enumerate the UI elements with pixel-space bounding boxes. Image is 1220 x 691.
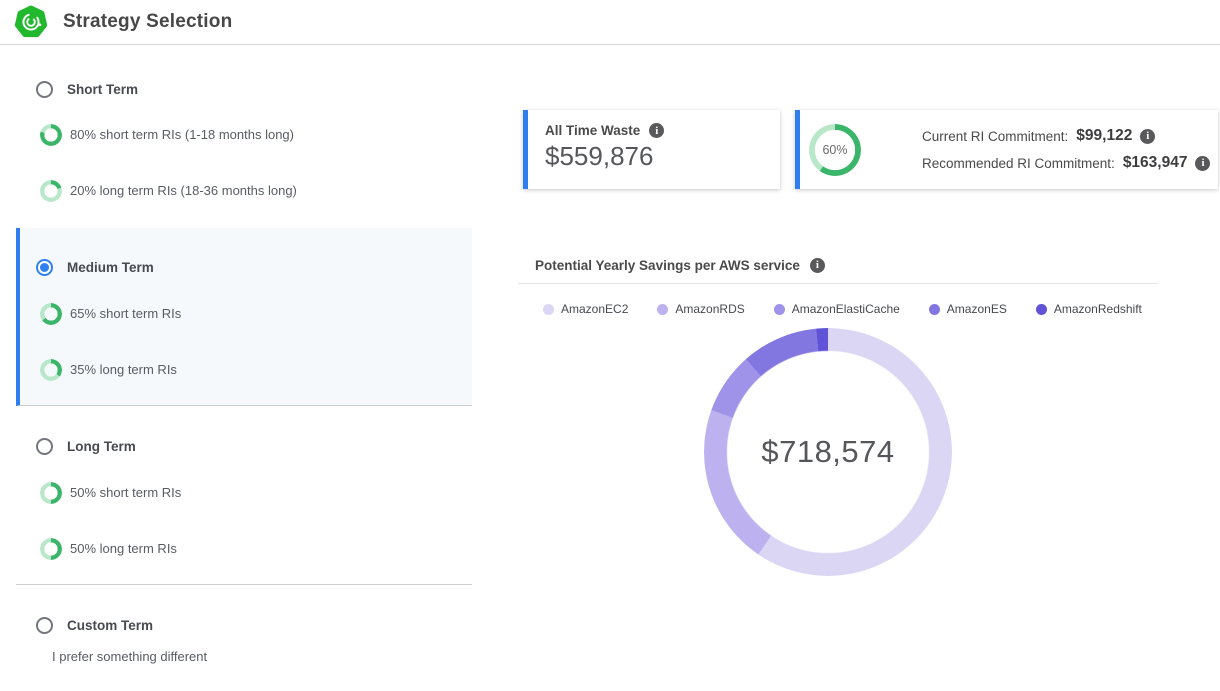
radio-long-term[interactable] (36, 438, 53, 455)
donut-chart: $718,574 (704, 328, 952, 576)
all-time-waste-card: All Time Waste i $559,876 (523, 110, 780, 189)
allocation-label: 35% long term RIs (70, 362, 177, 377)
allocation-item: 20% long term RIs (18-36 months long) (16, 179, 472, 203)
strategy-selection-page: Strategy Selection Short Term 80% short t… (0, 0, 1220, 691)
section-divider (16, 584, 472, 585)
all-time-waste-value: $559,876 (545, 141, 780, 172)
donut-center-total: $718,574 (704, 328, 952, 576)
strategy-panel: Short Term 80% short term RIs (1-18 month… (16, 45, 472, 691)
allocation-label: 65% short term RIs (70, 306, 181, 321)
page-header: Strategy Selection (0, 0, 1220, 45)
all-time-waste-info-icon[interactable]: i (649, 123, 664, 138)
current-ri-row: Current RI Commitment: $99,122 i (922, 127, 1210, 145)
allocation-ring-icon (40, 538, 62, 560)
recommended-ri-row: Recommended RI Commitment: $163,947 i (922, 154, 1210, 172)
gauge-percent-label: 60% (809, 124, 861, 176)
strategy-label: Custom Term (67, 618, 153, 633)
all-time-waste-label: All Time Waste (545, 123, 640, 138)
allocation-label: 20% long term RIs (18-36 months long) (70, 183, 297, 198)
page-title: Strategy Selection (63, 11, 232, 33)
current-ri-value: $99,122 (1076, 127, 1132, 145)
radio-short-term[interactable] (36, 81, 53, 98)
allocation-item: 50% long term RIs (16, 537, 472, 561)
allocation-label: 80% short term RIs (1-18 months long) (70, 127, 294, 142)
legend-dot-icon (929, 304, 940, 315)
legend-dot-icon (1036, 304, 1047, 315)
recommended-ri-info-icon[interactable]: i (1195, 156, 1210, 171)
chart-title: Potential Yearly Savings per AWS service (535, 258, 800, 273)
chart-legend: AmazonEC2 AmazonRDS AmazonElastiCache Amazo… (543, 300, 1142, 318)
allocation-item: 80% short term RIs (1-18 months long) (16, 123, 472, 147)
legend-item-amazonec2[interactable]: AmazonEC2 (543, 302, 628, 316)
current-ri-label: Current RI Commitment: (922, 129, 1068, 144)
current-ri-info-icon[interactable]: i (1140, 129, 1155, 144)
ri-commitment-card: 60% Current RI Commitment: $99,122 i Rec… (795, 110, 1218, 189)
legend-dot-icon (543, 304, 554, 315)
legend-label: AmazonElastiCache (792, 302, 900, 316)
legend-label: AmazonRedshift (1054, 302, 1142, 316)
allocation-item: 50% short term RIs (16, 481, 472, 505)
allocation-ring-icon (40, 124, 62, 146)
chart-title-row: Potential Yearly Savings per AWS service… (535, 255, 825, 275)
radio-custom-term[interactable] (36, 617, 53, 634)
strategy-option-long-term[interactable]: Long Term (16, 434, 472, 458)
strategy-label: Short Term (67, 82, 138, 97)
legend-label: AmazonRDS (675, 302, 744, 316)
custom-term-description: I prefer something different (52, 649, 207, 664)
allocation-ring-icon (40, 482, 62, 504)
legend-item-amazonrds[interactable]: AmazonRDS (657, 302, 744, 316)
legend-label: AmazonEC2 (561, 302, 628, 316)
strategy-option-custom-term[interactable]: Custom Term (16, 613, 472, 637)
strategy-option-medium-term[interactable]: Medium Term (16, 255, 472, 279)
allocation-ring-icon (40, 303, 62, 325)
legend-item-amazones[interactable]: AmazonES (929, 302, 1007, 316)
allocation-ring-icon (40, 359, 62, 381)
strategy-label: Long Term (67, 439, 136, 454)
legend-dot-icon (774, 304, 785, 315)
legend-item-amazonredshift[interactable]: AmazonRedshift (1036, 302, 1142, 316)
recommended-ri-label: Recommended RI Commitment: (922, 156, 1115, 171)
commitment-rows: Current RI Commitment: $99,122 i Recomme… (922, 127, 1210, 172)
app-logo-icon (14, 5, 48, 39)
legend-item-amazonelasticache[interactable]: AmazonElastiCache (774, 302, 900, 316)
recommended-ri-value: $163,947 (1123, 154, 1188, 172)
allocation-label: 50% long term RIs (70, 541, 177, 556)
allocation-label: 50% short term RIs (70, 485, 181, 500)
radio-medium-term[interactable] (36, 259, 53, 276)
allocation-item: 65% short term RIs (16, 302, 472, 326)
legend-label: AmazonES (947, 302, 1007, 316)
legend-dot-icon (657, 304, 668, 315)
allocation-item: 35% long term RIs (16, 358, 472, 382)
chart-divider (518, 283, 1158, 284)
chart-info-icon[interactable]: i (810, 258, 825, 273)
strategy-label: Medium Term (67, 260, 154, 275)
strategy-option-short-term[interactable]: Short Term (16, 77, 472, 101)
ri-coverage-gauge: 60% (809, 124, 861, 176)
allocation-ring-icon (40, 180, 62, 202)
all-time-waste-title-row: All Time Waste i (545, 123, 780, 138)
